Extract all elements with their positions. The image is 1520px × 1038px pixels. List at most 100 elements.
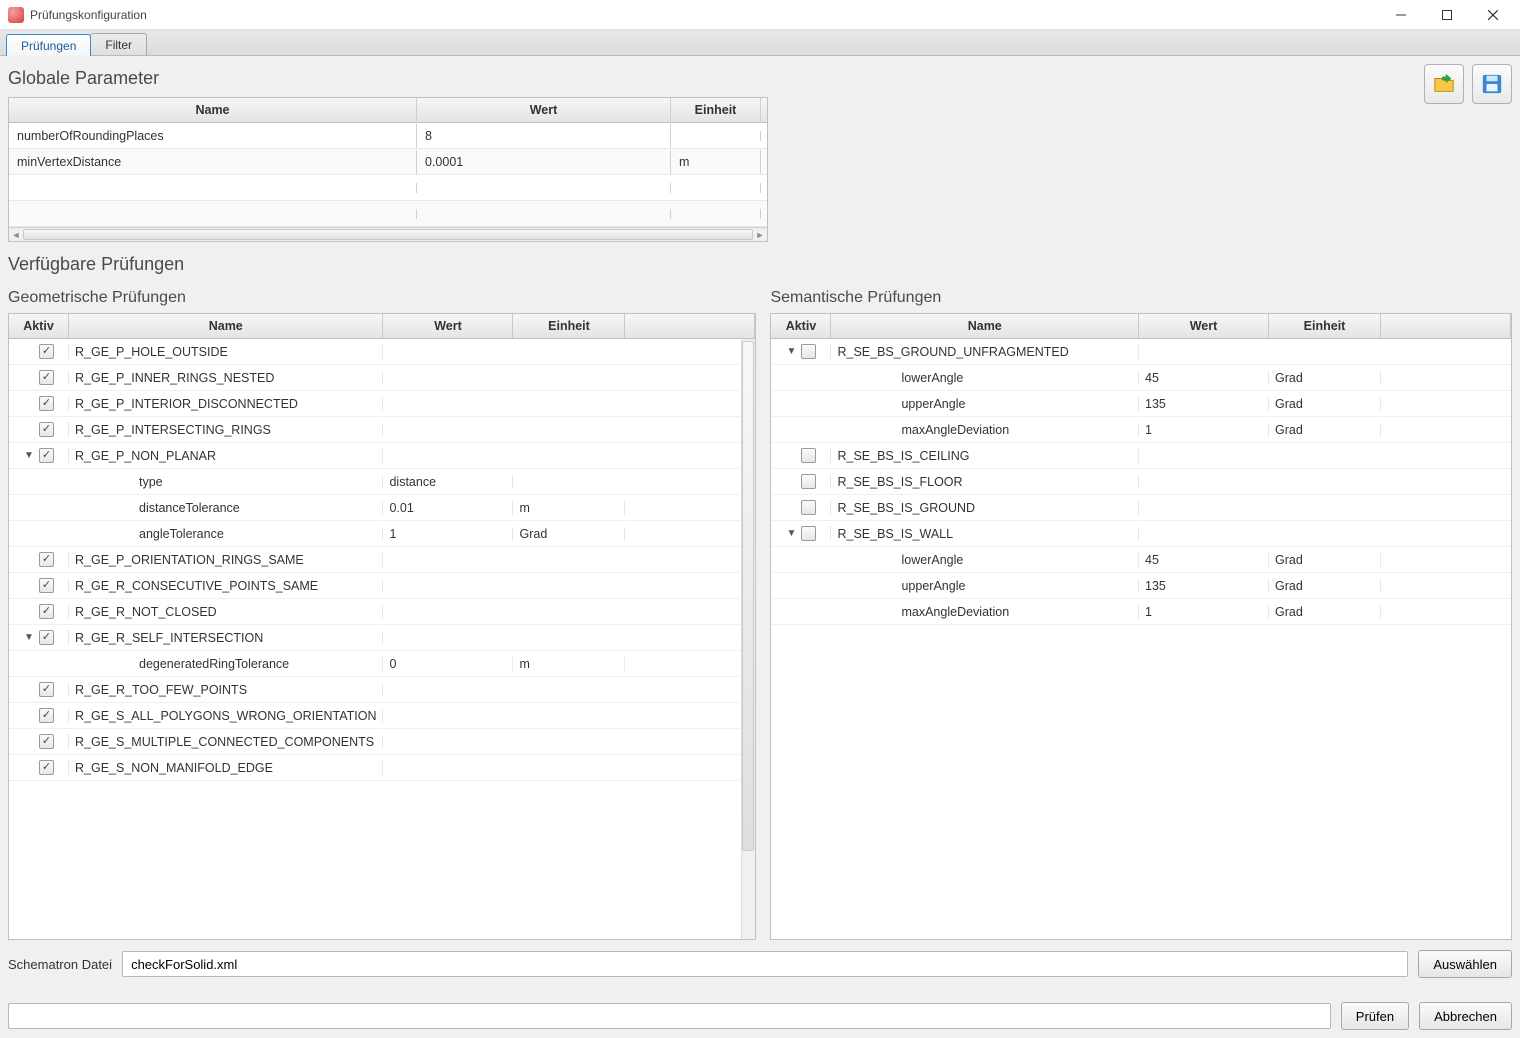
global-horizontal-scrollbar[interactable]: ◄► — [9, 227, 767, 241]
heading-semantic-checks: Semantische Prüfungen — [770, 289, 1512, 307]
checkbox[interactable] — [39, 396, 54, 411]
open-button[interactable] — [1424, 64, 1464, 104]
tree-row[interactable]: ▼R_GE_S_MULTIPLE_CONNECTED_COMPONENTS — [9, 729, 755, 755]
tree-row[interactable]: ▼R_SE_BS_IS_CEILING — [771, 443, 1511, 469]
tab-pruefungen[interactable]: Prüfungen — [6, 34, 91, 56]
checkbox[interactable] — [39, 578, 54, 593]
param-value[interactable] — [417, 183, 671, 193]
param-unit — [671, 183, 761, 193]
semantic-checks-tree[interactable]: ▼R_SE_BS_GROUND_UNFRAGMENTEDlowerAngle45… — [770, 339, 1512, 940]
vertical-scrollbar[interactable] — [741, 339, 755, 939]
value-cell[interactable]: 1 — [1139, 605, 1269, 619]
col-value[interactable]: Wert — [417, 98, 671, 122]
checkbox[interactable] — [39, 422, 54, 437]
status-input[interactable] — [8, 1003, 1331, 1029]
tree-row[interactable]: typedistance — [9, 469, 755, 495]
tree-row[interactable]: maxAngleDeviation1Grad — [771, 599, 1511, 625]
checkbox[interactable] — [801, 526, 816, 541]
tree-row[interactable]: ▼R_GE_S_ALL_POLYGONS_WRONG_ORIENTATION — [9, 703, 755, 729]
tree-row[interactable]: ▼R_GE_P_INTERIOR_DISCONNECTED — [9, 391, 755, 417]
tree-row[interactable]: lowerAngle45Grad — [771, 365, 1511, 391]
table-row[interactable] — [9, 175, 767, 201]
expander-icon[interactable]: ▼ — [23, 450, 35, 462]
tree-row[interactable]: ▼R_SE_BS_IS_WALL — [771, 521, 1511, 547]
checkbox[interactable] — [801, 474, 816, 489]
close-button[interactable] — [1470, 0, 1516, 30]
tree-row[interactable]: ▼R_GE_R_NOT_CLOSED — [9, 599, 755, 625]
tree-row[interactable]: ▼R_GE_S_NON_MANIFOLD_EDGE — [9, 755, 755, 781]
checkbox[interactable] — [801, 448, 816, 463]
tab-filter[interactable]: Filter — [90, 33, 147, 55]
maximize-button[interactable] — [1424, 0, 1470, 30]
run-button[interactable]: Prüfen — [1341, 1002, 1409, 1030]
value-cell[interactable]: 45 — [1139, 553, 1269, 567]
value-cell[interactable]: 0.01 — [383, 501, 513, 515]
checkbox[interactable] — [39, 734, 54, 749]
tree-row[interactable]: distanceTolerance0.01m — [9, 495, 755, 521]
table-row[interactable] — [9, 201, 767, 227]
col-name[interactable]: Name — [69, 314, 383, 338]
checkbox[interactable] — [801, 344, 816, 359]
checkbox[interactable] — [801, 500, 816, 515]
content-area: Globale Parameter Name Wert Einheit numb… — [0, 56, 1520, 1038]
table-row[interactable]: minVertexDistance0.0001m — [9, 149, 767, 175]
save-button[interactable] — [1472, 64, 1512, 104]
tree-row[interactable]: ▼R_GE_P_HOLE_OUTSIDE — [9, 339, 755, 365]
param-unit — [671, 209, 761, 219]
tree-row[interactable]: ▼R_GE_P_NON_PLANAR — [9, 443, 755, 469]
value-cell[interactable]: 1 — [383, 527, 513, 541]
tree-row[interactable]: ▼R_GE_P_ORIENTATION_RINGS_SAME — [9, 547, 755, 573]
param-value[interactable]: 0.0001 — [417, 150, 671, 174]
tree-row[interactable]: degeneratedRingTolerance0m — [9, 651, 755, 677]
minimize-button[interactable] — [1378, 0, 1424, 30]
checkbox[interactable] — [39, 448, 54, 463]
tree-row[interactable]: ▼R_SE_BS_IS_FLOOR — [771, 469, 1511, 495]
checkbox[interactable] — [39, 344, 54, 359]
tree-row[interactable]: upperAngle135Grad — [771, 391, 1511, 417]
col-active[interactable]: Aktiv — [9, 314, 69, 338]
checkbox[interactable] — [39, 682, 54, 697]
tree-row[interactable]: ▼R_GE_R_TOO_FEW_POINTS — [9, 677, 755, 703]
expander-icon[interactable]: ▼ — [785, 346, 797, 358]
col-unit[interactable]: Einheit — [1269, 314, 1381, 338]
col-value[interactable]: Wert — [1139, 314, 1269, 338]
checkbox[interactable] — [39, 552, 54, 567]
col-unit[interactable]: Einheit — [671, 98, 761, 122]
value-cell[interactable]: distance — [383, 475, 513, 489]
checkbox[interactable] — [39, 370, 54, 385]
checkbox[interactable] — [39, 604, 54, 619]
col-name[interactable]: Name — [9, 98, 417, 122]
value-cell[interactable]: 135 — [1139, 397, 1269, 411]
value-cell[interactable]: 135 — [1139, 579, 1269, 593]
tree-row[interactable]: ▼R_GE_R_CONSECUTIVE_POINTS_SAME — [9, 573, 755, 599]
schematron-file-input[interactable] — [122, 951, 1408, 977]
tree-row[interactable]: ▼R_SE_BS_IS_GROUND — [771, 495, 1511, 521]
param-name: lowerAngle — [901, 553, 963, 567]
param-value[interactable] — [417, 209, 671, 219]
col-value[interactable]: Wert — [383, 314, 513, 338]
tree-row[interactable]: ▼R_SE_BS_GROUND_UNFRAGMENTED — [771, 339, 1511, 365]
geometric-checks-tree[interactable]: ▼R_GE_P_HOLE_OUTSIDE▼R_GE_P_INNER_RINGS_… — [8, 339, 756, 940]
tree-row[interactable]: angleTolerance1Grad — [9, 521, 755, 547]
col-unit[interactable]: Einheit — [513, 314, 625, 338]
tree-row[interactable]: lowerAngle45Grad — [771, 547, 1511, 573]
param-value[interactable]: 8 — [417, 124, 671, 148]
value-cell[interactable]: 45 — [1139, 371, 1269, 385]
tree-row[interactable]: ▼R_GE_R_SELF_INTERSECTION — [9, 625, 755, 651]
value-cell[interactable]: 0 — [383, 657, 513, 671]
tree-row[interactable]: ▼R_GE_P_INNER_RINGS_NESTED — [9, 365, 755, 391]
checkbox[interactable] — [39, 708, 54, 723]
expander-icon[interactable]: ▼ — [23, 632, 35, 644]
value-cell[interactable]: 1 — [1139, 423, 1269, 437]
table-row[interactable]: numberOfRoundingPlaces8 — [9, 123, 767, 149]
choose-file-button[interactable]: Auswählen — [1418, 950, 1512, 978]
expander-icon[interactable]: ▼ — [785, 528, 797, 540]
checkbox[interactable] — [39, 630, 54, 645]
tree-row[interactable]: maxAngleDeviation1Grad — [771, 417, 1511, 443]
tree-row[interactable]: ▼R_GE_P_INTERSECTING_RINGS — [9, 417, 755, 443]
cancel-button[interactable]: Abbrechen — [1419, 1002, 1512, 1030]
col-active[interactable]: Aktiv — [771, 314, 831, 338]
tree-row[interactable]: upperAngle135Grad — [771, 573, 1511, 599]
checkbox[interactable] — [39, 760, 54, 775]
col-name[interactable]: Name — [831, 314, 1139, 338]
